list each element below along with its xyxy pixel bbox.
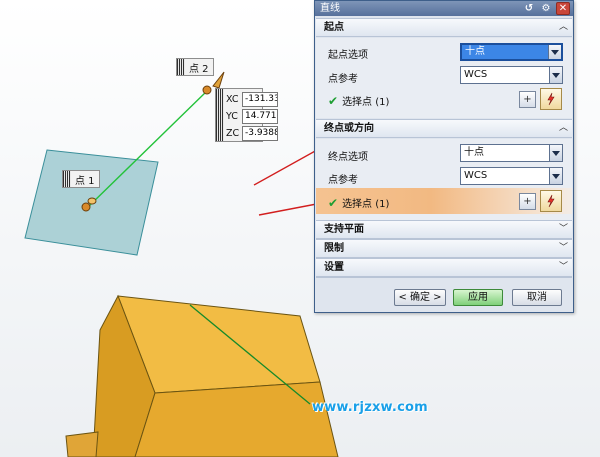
end-ref-label: 点参考 — [328, 175, 358, 186]
drag-grip-icon[interactable] — [63, 171, 71, 187]
point-1-label: 点 1 — [75, 175, 95, 187]
drag-grip-icon[interactable] — [177, 59, 185, 75]
check-icon: ✔ — [328, 195, 339, 210]
point-inference-icon[interactable] — [540, 88, 562, 110]
start-ref-select[interactable]: WCS — [460, 66, 563, 84]
chevron-down-icon[interactable] — [549, 168, 562, 184]
zc-input[interactable]: -3.9388 — [242, 125, 278, 141]
yc-label: YC — [226, 110, 238, 122]
point-inference-icon[interactable] — [540, 190, 562, 212]
start-ref-value: WCS — [464, 69, 488, 80]
chevron-down-icon: ﹀ — [558, 262, 568, 272]
start-select-label: 选择点 (1) — [342, 97, 390, 108]
section-settings-title: 设置 — [324, 262, 344, 273]
check-icon: ✔ — [328, 93, 339, 108]
box-tab — [65, 431, 99, 457]
reset-icon[interactable]: ↺ — [522, 2, 536, 15]
end-ref-value: WCS — [464, 170, 488, 181]
yc-input[interactable]: 14.771 — [242, 108, 278, 124]
xc-label: XC — [226, 93, 239, 105]
point-2-tag[interactable]: 点 2 — [176, 58, 214, 76]
start-option-select[interactable]: 十点 — [460, 43, 563, 61]
ok-button[interactable]: < 确定 > — [394, 289, 446, 306]
section-support-plane-title: 支持平面 — [324, 224, 364, 235]
end-option-select[interactable]: 十点 — [460, 144, 563, 162]
end-option-value: 十点 — [464, 147, 484, 158]
coord-row-yc: YC 14.771 — [226, 108, 278, 124]
start-select-point[interactable]: ✔ 选择点 (1) — [328, 93, 390, 109]
close-icon[interactable]: ✕ — [556, 2, 570, 15]
chevron-down-icon[interactable] — [549, 67, 562, 83]
section-limits-header[interactable]: 限制 ﹀ — [316, 239, 572, 258]
coord-row-zc: ZC -3.9388 — [226, 125, 278, 141]
section-end-body: 终点选项 十点 点参考 WCS ✔ 选择点 (1) + — [316, 139, 572, 220]
chevron-down-icon[interactable] — [549, 145, 562, 161]
section-end-title: 终点或方向 — [324, 123, 374, 134]
apply-button[interactable]: 应用 — [453, 289, 503, 306]
section-end-header[interactable]: 终点或方向 ︿ — [316, 119, 572, 138]
chevron-down-icon[interactable] — [548, 45, 561, 59]
point-dialog-icon[interactable]: + — [519, 91, 536, 108]
chevron-up-icon: ︿ — [558, 22, 568, 32]
chevron-down-icon: ﹀ — [558, 224, 568, 234]
section-settings-header[interactable]: 设置 ﹀ — [316, 258, 572, 277]
watermark: www.rjzxw.com — [312, 400, 428, 415]
dialog-title: 直线 — [320, 3, 340, 14]
dialog-button-bar: < 确定 > 应用 取消 — [316, 277, 572, 312]
gear-icon[interactable]: ⚙ — [539, 2, 553, 15]
start-ref-label: 点参考 — [328, 74, 358, 85]
zc-label: ZC — [226, 127, 240, 139]
point-2-label: 点 2 — [189, 63, 209, 75]
line-dialog: 直线 ↺ ⚙ ✕ 起点 ︿ 起点选项 十点 点参考 WCS ✔ 选择点 (1) … — [314, 0, 574, 313]
section-start-body: 起点选项 十点 点参考 WCS ✔ 选择点 (1) + — [316, 38, 572, 118]
section-support-plane-header[interactable]: 支持平面 ﹀ — [316, 220, 572, 239]
coord-row-xc: XC -131.33 — [226, 91, 278, 107]
end-option-label: 终点选项 — [328, 152, 368, 163]
start-option-label: 起点选项 — [328, 50, 368, 61]
chevron-up-icon: ︿ — [558, 123, 568, 133]
end-select-point[interactable]: ✔ 选择点 (1) — [328, 195, 390, 211]
end-select-label: 选择点 (1) — [342, 199, 390, 210]
start-option-value: 十点 — [465, 46, 485, 57]
xc-input[interactable]: -131.33 — [242, 91, 278, 107]
chevron-down-icon: ﹀ — [558, 243, 568, 253]
end-ref-select[interactable]: WCS — [460, 167, 563, 185]
box-front-face[interactable] — [134, 381, 339, 457]
section-start-title: 起点 — [324, 22, 344, 33]
drag-grip-icon[interactable] — [216, 89, 224, 141]
section-limits-title: 限制 — [324, 243, 344, 254]
point-dialog-icon[interactable]: + — [519, 193, 536, 210]
cancel-button[interactable]: 取消 — [512, 289, 562, 306]
coordinate-input-box: XC -131.33 YC 14.771 ZC -3.9388 — [215, 88, 278, 142]
point-1-tag[interactable]: 点 1 — [62, 170, 100, 188]
section-start-header[interactable]: 起点 ︿ — [316, 18, 572, 37]
